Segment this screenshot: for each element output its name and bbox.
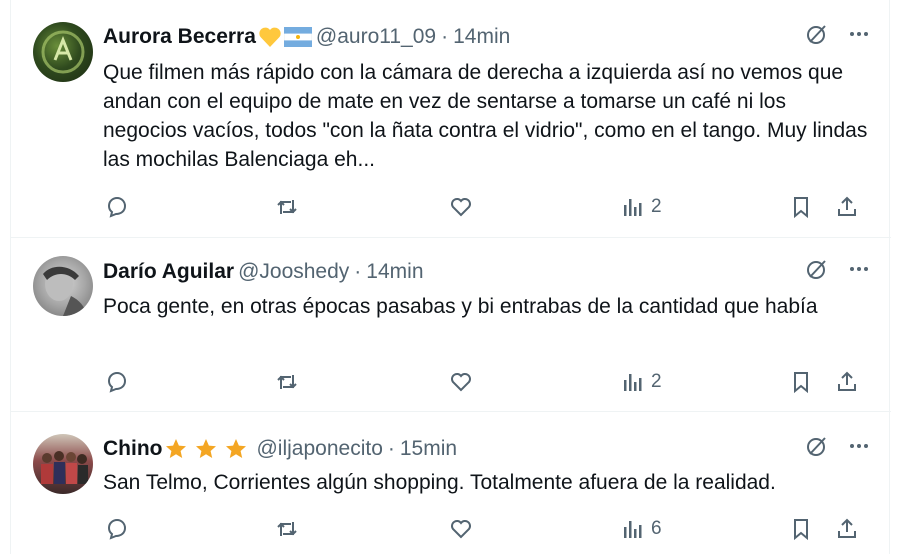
action-bar: 6 bbox=[103, 515, 871, 543]
share-icon bbox=[838, 518, 856, 538]
share-icon bbox=[838, 196, 856, 216]
post-time[interactable]: 15min bbox=[400, 437, 457, 461]
reply-icon bbox=[107, 518, 127, 540]
bookmark-button[interactable] bbox=[789, 515, 813, 543]
share-button[interactable] bbox=[835, 193, 859, 221]
share-button[interactable] bbox=[835, 515, 859, 543]
post-header: Chino @iljaponecito · 15min bbox=[103, 436, 871, 462]
separator-dot: · bbox=[387, 437, 395, 460]
author-name[interactable]: Chino bbox=[103, 437, 162, 461]
reply-post[interactable]: Chino @iljaponecito · 15min San Telmo, C… bbox=[11, 412, 891, 554]
like-button[interactable] bbox=[449, 368, 473, 396]
author-handle[interactable]: @Jooshedy bbox=[238, 260, 349, 284]
grok-icon[interactable] bbox=[805, 257, 829, 287]
post-header: Darío Aguilar @Jooshedy · 14min bbox=[103, 259, 871, 285]
reply-icon bbox=[107, 371, 127, 393]
repost-button[interactable] bbox=[275, 193, 299, 221]
bookmark-icon bbox=[794, 372, 808, 394]
bookmark-button[interactable] bbox=[789, 193, 813, 221]
post-text: Que filmen más rápido con la cámara de d… bbox=[103, 61, 868, 171]
avatar-image bbox=[43, 266, 87, 316]
share-icon bbox=[838, 371, 856, 391]
star-icon bbox=[224, 437, 248, 461]
post-time[interactable]: 14min bbox=[366, 260, 423, 284]
bookmark-icon bbox=[794, 519, 808, 541]
bookmark-icon bbox=[794, 197, 808, 219]
header-actions bbox=[805, 259, 871, 285]
avatar-image bbox=[41, 451, 88, 484]
repost-button[interactable] bbox=[275, 515, 299, 543]
heart-icon bbox=[451, 198, 471, 217]
avatar[interactable] bbox=[33, 256, 93, 316]
argentina-flag-icon bbox=[283, 27, 312, 47]
separator-dot: · bbox=[354, 260, 362, 283]
repost-icon bbox=[277, 375, 297, 389]
reply-list: Aurora Becerra @auro11_09 · 14min Que fi… bbox=[10, 0, 891, 554]
avatar-image bbox=[41, 30, 85, 74]
views-count: 2 bbox=[651, 196, 662, 217]
separator-dot: · bbox=[441, 25, 449, 48]
repost-button[interactable] bbox=[275, 368, 299, 396]
views-button[interactable]: 6 bbox=[621, 515, 662, 543]
grok-icon[interactable] bbox=[805, 434, 829, 464]
views-icon bbox=[624, 374, 642, 391]
reply-button[interactable] bbox=[105, 193, 129, 221]
reply-icon bbox=[107, 196, 127, 218]
views-count: 6 bbox=[651, 518, 662, 539]
star-icon bbox=[194, 437, 218, 461]
action-bar: 2 bbox=[103, 368, 871, 396]
reply-button[interactable] bbox=[105, 515, 129, 543]
header-actions bbox=[805, 436, 871, 462]
star-icon bbox=[164, 437, 188, 461]
reply-post[interactable]: Aurora Becerra @auro11_09 · 14min Que fi… bbox=[11, 0, 891, 238]
action-bar: 2 bbox=[103, 193, 871, 221]
like-button[interactable] bbox=[449, 515, 473, 543]
repost-icon bbox=[277, 522, 297, 536]
grok-icon[interactable] bbox=[805, 22, 829, 52]
post-text: San Telmo, Corrientes algún shopping. To… bbox=[103, 471, 776, 494]
post-text: Poca gente, en otras épocas pasabas y bi… bbox=[103, 295, 818, 318]
views-icon bbox=[624, 199, 642, 216]
author-handle[interactable]: @auro11_09 bbox=[316, 25, 436, 49]
views-button[interactable]: 2 bbox=[621, 368, 662, 396]
reply-button[interactable] bbox=[105, 368, 129, 396]
more-options-icon[interactable] bbox=[847, 434, 871, 464]
author-handle[interactable]: @iljaponecito bbox=[256, 437, 382, 461]
bookmark-button[interactable] bbox=[789, 368, 813, 396]
post-time[interactable]: 14min bbox=[453, 25, 510, 49]
heart-icon bbox=[451, 373, 471, 392]
post-header: Aurora Becerra @auro11_09 · 14min bbox=[103, 24, 871, 50]
views-count: 2 bbox=[651, 371, 662, 392]
author-name[interactable]: Darío Aguilar bbox=[103, 260, 234, 284]
avatar[interactable] bbox=[33, 22, 93, 82]
more-options-icon[interactable] bbox=[847, 22, 871, 52]
heart-icon bbox=[451, 520, 471, 539]
views-button[interactable]: 2 bbox=[621, 193, 662, 221]
header-actions bbox=[805, 24, 871, 50]
share-button[interactable] bbox=[835, 368, 859, 396]
reply-post[interactable]: Darío Aguilar @Jooshedy · 14min Poca gen… bbox=[11, 238, 891, 412]
like-button[interactable] bbox=[449, 193, 473, 221]
more-options-icon[interactable] bbox=[847, 257, 871, 287]
repost-icon bbox=[277, 200, 297, 214]
avatar[interactable] bbox=[33, 434, 93, 494]
views-icon bbox=[624, 521, 642, 538]
author-name[interactable]: Aurora Becerra bbox=[103, 25, 256, 49]
yellow-heart-icon bbox=[258, 26, 282, 48]
